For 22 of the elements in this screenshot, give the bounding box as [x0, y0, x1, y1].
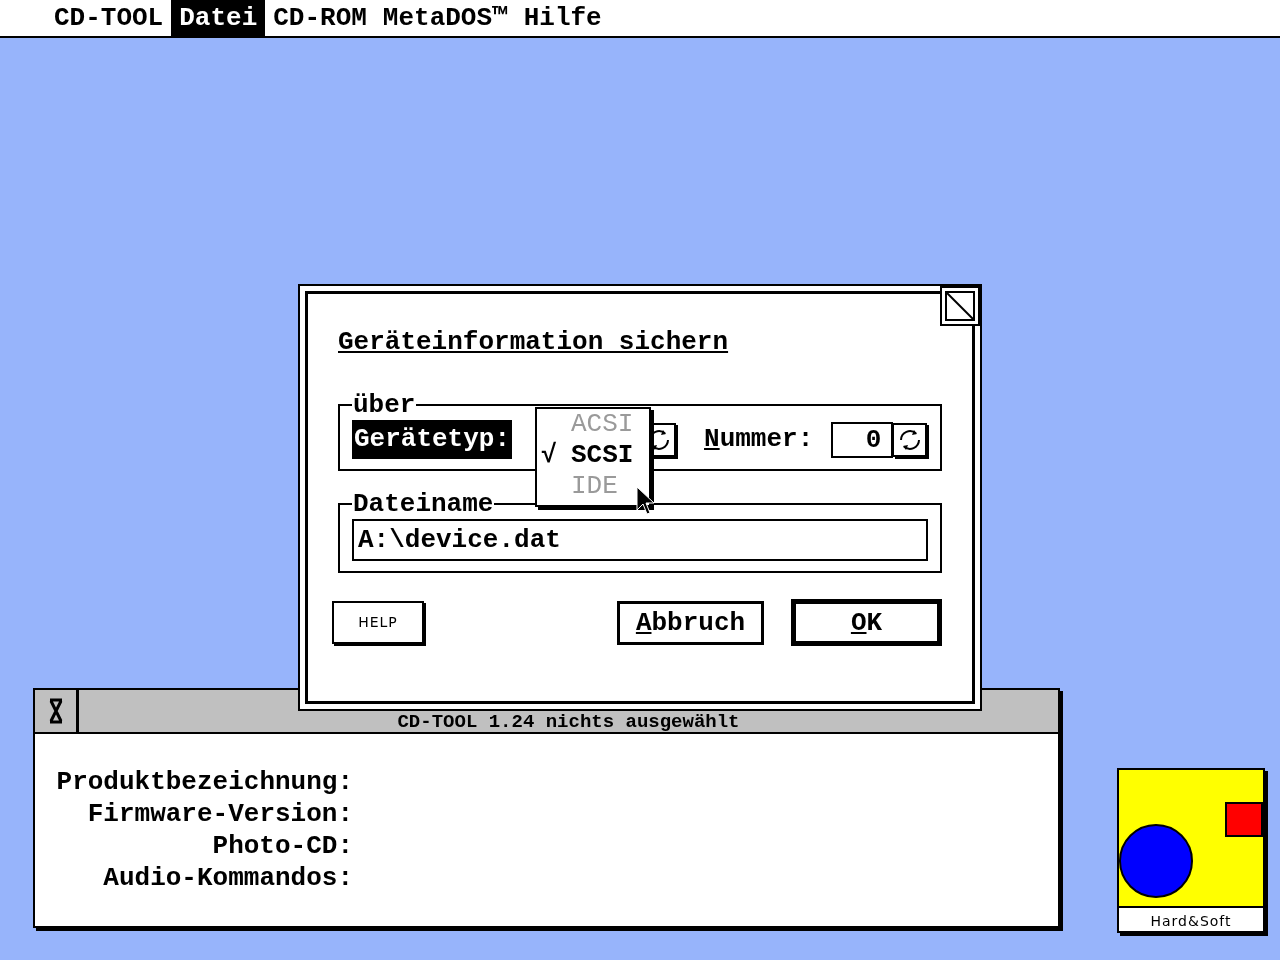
group-label: über — [352, 390, 417, 420]
group-label: Dateiname — [352, 489, 495, 519]
field-label: Produktbezeichnung: — [55, 766, 353, 798]
number-field[interactable]: 0 — [831, 421, 894, 458]
number-label: Nummer: — [704, 423, 814, 456]
field-label: Firmware-Version: — [86, 798, 353, 830]
field-label: Photo-CD: — [211, 830, 353, 862]
menu-option[interactable]: √ SCSI — [541, 440, 649, 471]
menu-item[interactable]: Datei — [171, 0, 266, 36]
resize-icon[interactable] — [940, 286, 980, 326]
desktop-icon[interactable]: Hard&Soft — [1117, 768, 1265, 933]
window-title: CD-TOOL 1.24 nichts ausgewählt — [396, 710, 741, 732]
help-button[interactable]: HELP — [332, 601, 424, 644]
dialog-title: Geräteinformation sichern — [338, 326, 730, 359]
cancel-button[interactable]: Abbruch — [617, 600, 764, 645]
cycle-button[interactable] — [893, 422, 928, 457]
field-label: Audio-Kommandos: — [102, 862, 353, 894]
icon-label: Hard&Soft — [1119, 906, 1263, 934]
filename-field[interactable]: A:\device.dat — [352, 519, 928, 561]
close-icon — [47, 698, 64, 724]
ok-button[interactable]: OK — [791, 599, 942, 646]
device-type-label[interactable]: Gerätetyp: — [352, 420, 513, 459]
